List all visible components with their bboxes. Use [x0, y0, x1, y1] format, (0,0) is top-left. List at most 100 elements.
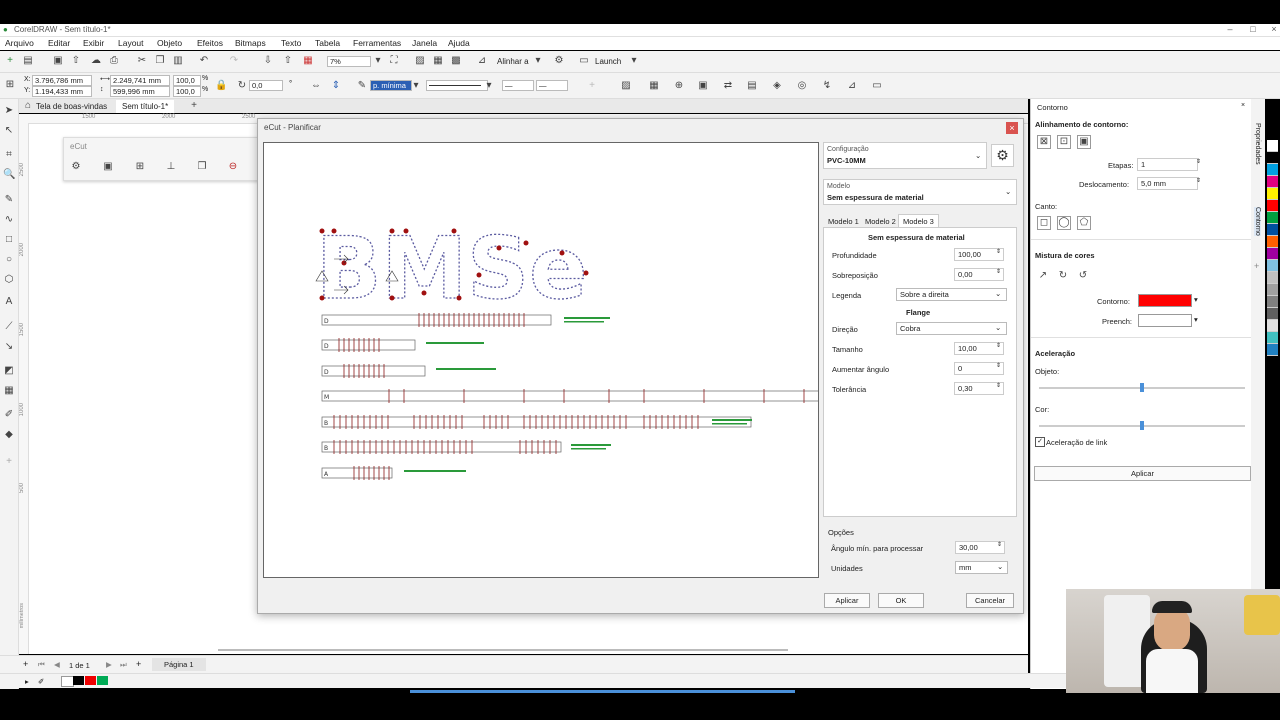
prev-page-icon[interactable]: ◀ — [54, 660, 60, 669]
contorno-aplicar-button[interactable]: Aplicar — [1034, 466, 1251, 481]
rectangle-tool-icon[interactable]: □ — [3, 234, 15, 246]
tab-modelo-3[interactable]: Modelo 3 — [898, 214, 939, 228]
undo-icon[interactable]: ↶ — [198, 55, 210, 67]
end-arrow-select[interactable]: — — [536, 80, 568, 91]
menu-layout[interactable]: Layout — [118, 38, 144, 48]
zoom-level-field[interactable]: 7% — [327, 56, 371, 67]
first-page-icon[interactable]: ⏮ — [38, 660, 45, 670]
tool-j-icon[interactable]: ⊿ — [846, 80, 858, 92]
pdf-icon[interactable]: ▦ — [302, 55, 314, 67]
rotation-angle-field[interactable]: 0,0 — [249, 80, 283, 91]
copy-icon[interactable]: ❐ — [154, 55, 166, 67]
blend-linear-icon[interactable]: ↗ — [1037, 270, 1049, 282]
add-page-icon[interactable]: + — [23, 659, 28, 669]
launch-icon[interactable]: ▭ — [578, 55, 590, 67]
import-icon[interactable]: ⇩ — [262, 55, 274, 67]
ecut-tool-2-icon[interactable]: ▣ — [102, 161, 114, 173]
tab-propriedades[interactable]: Propriedades — [1254, 123, 1261, 165]
paste-icon[interactable]: ▥ — [172, 55, 184, 67]
menu-ajuda[interactable]: Ajuda — [448, 38, 470, 48]
status-eyedropper-icon[interactable]: ✐ — [38, 677, 44, 686]
blend-cw-icon[interactable]: ↻ — [1057, 270, 1069, 282]
artistic-media-icon[interactable]: ∿ — [3, 214, 15, 226]
ecut-tool-4-icon[interactable]: ⊥ — [165, 161, 177, 173]
upload-icon[interactable]: ⇧ — [70, 55, 82, 67]
tool-h-icon[interactable]: ◎ — [796, 80, 808, 92]
ellipse-tool-icon[interactable]: ○ — [3, 254, 15, 266]
zoom-dropdown-icon[interactable]: ▾ — [372, 55, 384, 67]
parallel-dim-icon[interactable]: ⟋ — [3, 321, 15, 333]
scale-y-field[interactable]: 100,0 — [173, 86, 201, 97]
grid-icon[interactable]: ▦ — [432, 55, 444, 67]
profundidade-spinner-icon[interactable]: ⇕ — [996, 248, 1001, 255]
corner-round-icon[interactable]: ◯ — [1057, 216, 1071, 230]
redo-icon[interactable]: ↷ — [228, 55, 240, 67]
palette-swatch[interactable] — [1267, 320, 1278, 332]
menu-ferramentas[interactable]: Ferramentas — [353, 38, 401, 48]
palette-swatch[interactable] — [1267, 212, 1278, 224]
crop-tool-icon[interactable]: ⌗ — [3, 149, 15, 161]
ecut-tool-3-icon[interactable]: ⊞ — [134, 161, 146, 173]
settings-gear-icon[interactable]: ⚙ — [991, 144, 1014, 167]
tab-modelo-2[interactable]: Modelo 2 — [865, 217, 896, 226]
tool-b-icon[interactable]: ▦ — [648, 80, 660, 92]
outline-color-dropdown-icon[interactable]: ▾ — [1194, 295, 1198, 304]
objeto-slider-handle[interactable] — [1140, 383, 1144, 392]
dialog-close-icon[interactable]: × — [1006, 122, 1018, 134]
palette-swatch[interactable] — [1267, 260, 1278, 272]
print-icon[interactable]: ⎙ — [108, 55, 120, 67]
tab-document[interactable]: Sem título-1* — [116, 100, 175, 113]
palette-swatch[interactable] — [1267, 344, 1278, 356]
tab-welcome[interactable]: Tela de boas-vindas — [30, 100, 113, 113]
ecut-tool-1-icon[interactable]: ⚙ — [70, 161, 82, 173]
cut-icon[interactable]: ✂ — [136, 55, 148, 67]
config-select[interactable]: Configuração PVC-10MM ⌄ — [823, 142, 987, 169]
last-page-icon[interactable]: ⏭ — [120, 660, 127, 670]
align-inside-icon[interactable]: ▣ — [1077, 135, 1091, 149]
ecut-tool-5-icon[interactable]: ❐ — [196, 161, 208, 173]
freehand-tool-icon[interactable]: ✎ — [3, 194, 15, 206]
outline-width-dropdown-icon[interactable]: ▾ — [410, 80, 422, 92]
y-position-field[interactable]: 1.194,433 mm — [32, 86, 92, 97]
tool-a-icon[interactable]: ▨ — [620, 80, 632, 92]
direcao-select[interactable]: Cobra — [896, 322, 1007, 335]
menu-objeto[interactable]: Objeto — [157, 38, 182, 48]
deslocamento-field[interactable]: 5,0 mm — [1137, 177, 1198, 190]
palette-swatch[interactable] — [1267, 164, 1278, 176]
palette-swatch[interactable] — [1267, 188, 1278, 200]
aumentar-spinner-icon[interactable]: ⇕ — [996, 362, 1001, 369]
tool-f-icon[interactable]: ▤ — [746, 80, 758, 92]
ecut-tool-6-icon[interactable]: ⊖ — [227, 161, 239, 173]
interactive-fill-icon[interactable]: ◆ — [3, 429, 15, 441]
launch-dropdown-icon[interactable]: ▾ — [628, 55, 640, 67]
blend-ccw-icon[interactable]: ↺ — [1077, 270, 1089, 282]
cloud-icon[interactable]: ☁ — [90, 55, 102, 67]
menu-arquivo[interactable]: Arquivo — [5, 38, 34, 48]
red-swatch[interactable] — [85, 676, 96, 685]
line-style-dropdown-icon[interactable]: ▾ — [483, 80, 495, 92]
aplicar-button[interactable]: Aplicar — [824, 593, 870, 608]
page-tab[interactable]: Página 1 — [152, 658, 206, 671]
next-page-icon[interactable]: ▶ — [106, 660, 112, 669]
palette-swatch[interactable] — [1267, 236, 1278, 248]
palette-swatch[interactable] — [1267, 248, 1278, 260]
tamanho-spinner-icon[interactable]: ⇕ — [996, 342, 1001, 349]
save-icon[interactable]: ▣ — [52, 55, 64, 67]
export-icon[interactable]: ⇧ — [282, 55, 294, 67]
tool-i-icon[interactable]: ↯ — [821, 80, 833, 92]
menu-exibir[interactable]: Exibir — [83, 38, 104, 48]
etapas-spinner-icon[interactable]: ⇕ — [1196, 158, 1201, 165]
legenda-select[interactable]: Sobre a direita — [896, 288, 1007, 301]
scale-x-field[interactable]: 100,0 — [173, 75, 201, 86]
menu-bitmaps[interactable]: Bitmaps — [235, 38, 266, 48]
x-position-field[interactable]: 3.796,786 mm — [32, 75, 92, 86]
tool-c-icon[interactable]: ⊕ — [673, 80, 685, 92]
ok-button[interactable]: OK — [878, 593, 924, 608]
green-swatch[interactable] — [97, 676, 108, 685]
tool-k-icon[interactable]: ▭ — [871, 80, 883, 92]
palette-swatch[interactable] — [1267, 296, 1278, 308]
corner-miter-icon[interactable]: ◻ — [1037, 216, 1051, 230]
add-tool-icon[interactable]: + — [3, 456, 15, 468]
height-field[interactable]: 599,996 mm — [110, 86, 170, 97]
tool-d-icon[interactable]: ▣ — [697, 80, 709, 92]
